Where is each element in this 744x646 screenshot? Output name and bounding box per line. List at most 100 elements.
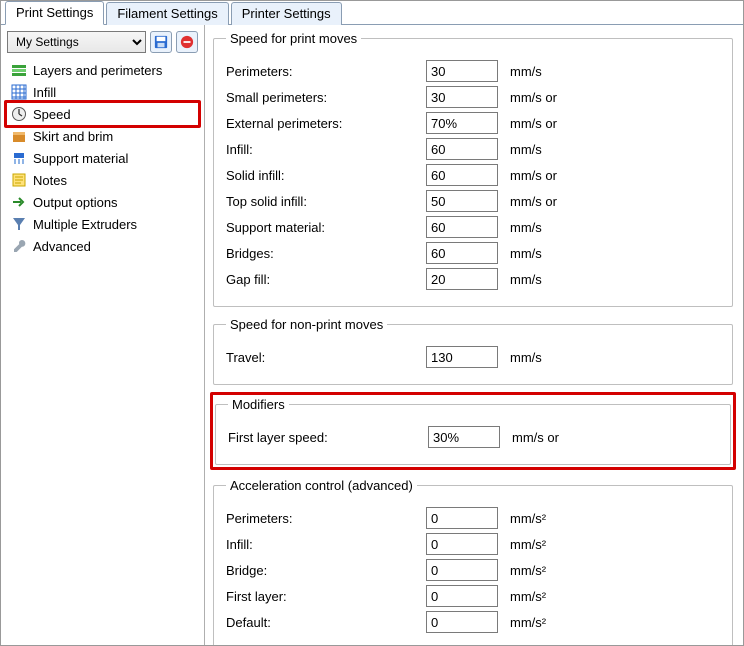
nav-label: Layers and perimeters <box>33 63 162 78</box>
nav-label: Advanced <box>33 239 91 254</box>
group-legend: Speed for non-print moves <box>226 317 387 332</box>
field-unit: mm/s or <box>512 430 559 445</box>
nav-label: Skirt and brim <box>33 129 113 144</box>
tab-label: Print Settings <box>16 5 93 20</box>
row-gap-fill: Gap fill: mm/s <box>226 268 720 290</box>
tab-printer-settings[interactable]: Printer Settings <box>231 2 342 25</box>
row-external-perimeters: External perimeters: mm/s or <box>226 112 720 134</box>
field-label: Gap fill: <box>226 272 426 287</box>
box-icon <box>11 128 27 144</box>
field-unit: mm/s² <box>510 511 546 526</box>
field-unit: mm/s or <box>510 90 557 105</box>
row-infill: Infill: mm/s <box>226 138 720 160</box>
group-speed-non-print-moves: Speed for non-print moves Travel: mm/s <box>213 317 733 385</box>
field-unit: mm/s² <box>510 537 546 552</box>
field-label: Small perimeters: <box>226 90 426 105</box>
field-unit: mm/s or <box>510 116 557 131</box>
sidebar: My Settings Laye <box>1 25 205 645</box>
row-support-material: Support material: mm/s <box>226 216 720 238</box>
nav-advanced[interactable]: Advanced <box>7 235 198 257</box>
solid-infill-input[interactable] <box>426 164 498 186</box>
floppy-icon <box>154 35 168 49</box>
field-label: First layer speed: <box>228 430 428 445</box>
external-perimeters-input[interactable] <box>426 112 498 134</box>
field-label: Top solid infill: <box>226 194 426 209</box>
field-label: Solid infill: <box>226 168 426 183</box>
field-unit: mm/s <box>510 142 542 157</box>
nav-layers-perimeters[interactable]: Layers and perimeters <box>7 59 198 81</box>
highlight-modifiers: Modifiers First layer speed: mm/s or <box>210 392 736 470</box>
tab-label: Printer Settings <box>242 6 331 21</box>
support-material-input[interactable] <box>426 216 498 238</box>
group-acceleration-control: Acceleration control (advanced) Perimete… <box>213 478 733 645</box>
infill-input[interactable] <box>426 138 498 160</box>
field-unit: mm/s <box>510 64 542 79</box>
field-unit: mm/s or <box>510 194 557 209</box>
field-unit: mm/s <box>510 350 542 365</box>
tab-filament-settings[interactable]: Filament Settings <box>106 2 228 25</box>
group-legend: Speed for print moves <box>226 31 361 46</box>
nav-label: Output options <box>33 195 118 210</box>
field-label: Perimeters: <box>226 64 426 79</box>
field-label: External perimeters: <box>226 116 426 131</box>
layers-icon <box>11 62 27 78</box>
row-travel: Travel: mm/s <box>226 346 720 368</box>
row-accel-bridge: Bridge: mm/s² <box>226 559 720 581</box>
setting-nav: Layers and perimeters Infill Speed <box>7 59 198 257</box>
gap-fill-input[interactable] <box>426 268 498 290</box>
field-label: Perimeters: <box>226 511 426 526</box>
window: Print Settings Filament Settings Printer… <box>0 0 744 646</box>
hatch-icon <box>11 84 27 100</box>
row-accel-first-layer: First layer: mm/s² <box>226 585 720 607</box>
travel-input[interactable] <box>426 346 498 368</box>
nav-label: Speed <box>33 107 71 122</box>
support-icon <box>11 150 27 166</box>
row-first-layer-speed: First layer speed: mm/s or <box>228 426 718 448</box>
nav-output-options[interactable]: Output options <box>7 191 198 213</box>
nav-notes[interactable]: Notes <box>7 169 198 191</box>
accel-perimeters-input[interactable] <box>426 507 498 529</box>
row-small-perimeters: Small perimeters: mm/s or <box>226 86 720 108</box>
first-layer-speed-input[interactable] <box>428 426 500 448</box>
minus-circle-icon <box>180 35 194 49</box>
nav-label: Notes <box>33 173 67 188</box>
row-solid-infill: Solid infill: mm/s or <box>226 164 720 186</box>
save-profile-button[interactable] <box>150 31 172 53</box>
nav-skirt-brim[interactable]: Skirt and brim <box>7 125 198 147</box>
row-accel-perimeters: Perimeters: mm/s² <box>226 507 720 529</box>
accel-bridge-input[interactable] <box>426 559 498 581</box>
top-solid-infill-input[interactable] <box>426 190 498 212</box>
clock-icon <box>11 106 27 122</box>
perimeters-input[interactable] <box>426 60 498 82</box>
group-legend: Modifiers <box>228 397 289 412</box>
field-label: Default: <box>226 615 426 630</box>
field-unit: mm/s or <box>510 168 557 183</box>
nav-label: Support material <box>33 151 128 166</box>
field-unit: mm/s² <box>510 615 546 630</box>
small-perimeters-input[interactable] <box>426 86 498 108</box>
bridges-input[interactable] <box>426 242 498 264</box>
field-label: Bridges: <box>226 246 426 261</box>
field-label: Infill: <box>226 537 426 552</box>
profile-select[interactable]: My Settings <box>7 31 146 53</box>
accel-default-input[interactable] <box>426 611 498 633</box>
delete-profile-button[interactable] <box>176 31 198 53</box>
group-legend: Acceleration control (advanced) <box>226 478 417 493</box>
group-speed-print-moves: Speed for print moves Perimeters: mm/s S… <box>213 31 733 307</box>
group-modifiers: Modifiers First layer speed: mm/s or <box>215 397 731 465</box>
field-unit: mm/s² <box>510 589 546 604</box>
field-label: Support material: <box>226 220 426 235</box>
nav-support-material[interactable]: Support material <box>7 147 198 169</box>
field-label: Bridge: <box>226 563 426 578</box>
note-icon <box>11 172 27 188</box>
nav-multiple-extruders[interactable]: Multiple Extruders <box>7 213 198 235</box>
accel-first-layer-input[interactable] <box>426 585 498 607</box>
wrench-icon <box>11 238 27 254</box>
field-label: First layer: <box>226 589 426 604</box>
nav-label: Infill <box>33 85 56 100</box>
tab-print-settings[interactable]: Print Settings <box>5 1 104 25</box>
accel-infill-input[interactable] <box>426 533 498 555</box>
nav-label: Multiple Extruders <box>33 217 137 232</box>
field-unit: mm/s <box>510 220 542 235</box>
nav-speed[interactable]: Speed <box>7 103 198 125</box>
